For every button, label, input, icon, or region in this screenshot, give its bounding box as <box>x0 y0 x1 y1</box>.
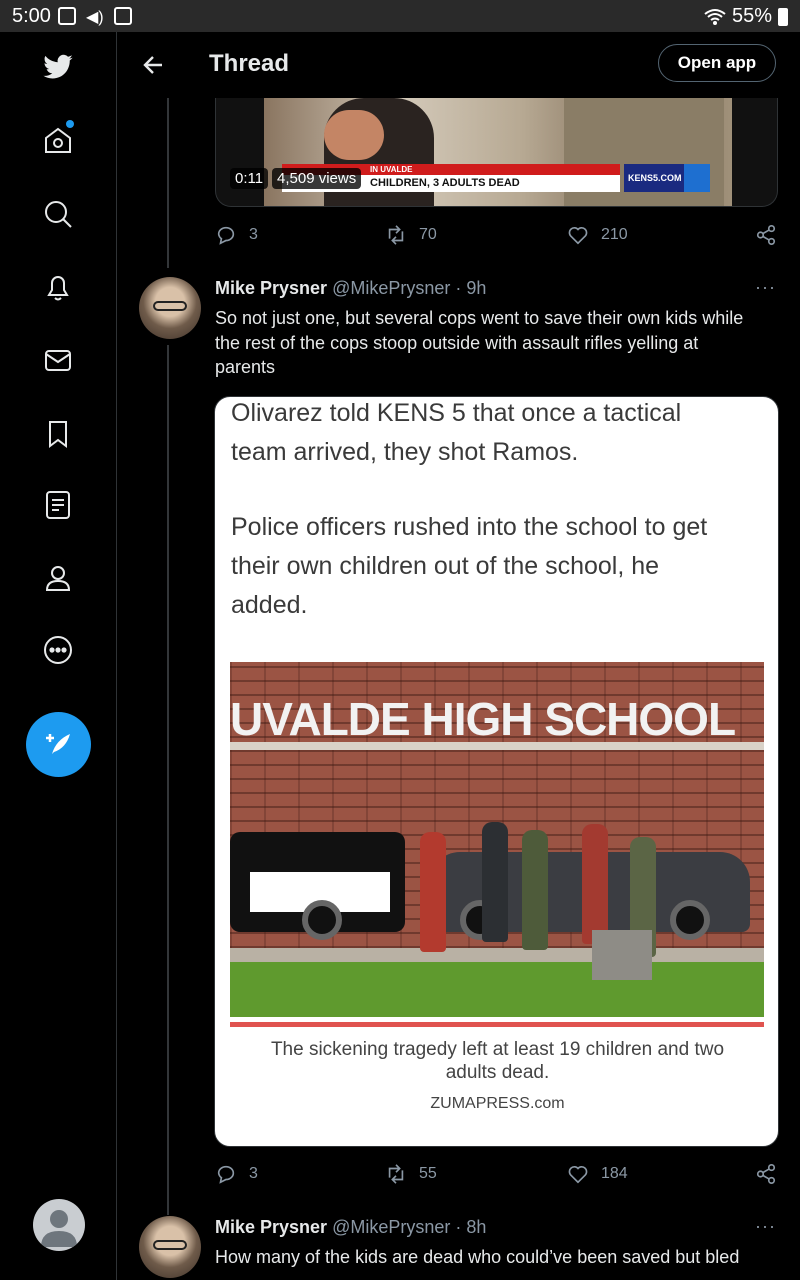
image-text-line: team arrived, they shot Ramos. <box>231 438 579 466</box>
like-button[interactable]: 184 <box>567 1163 628 1185</box>
video-views: 4,509 views <box>272 168 362 189</box>
twitter-logo-icon[interactable] <box>38 47 78 87</box>
reply-count: 3 <box>249 226 258 243</box>
check-notification-icon <box>113 7 132 25</box>
battery-icon <box>778 7 788 26</box>
lists-icon[interactable] <box>38 485 78 525</box>
heart-icon <box>568 227 588 245</box>
tweet-image[interactable]: Olivarez told KENS 5 that once a tactica… <box>214 396 779 1147</box>
open-app-button[interactable]: Open app <box>658 44 776 82</box>
tweet-text-line: So not just one, but several cops went t… <box>215 308 744 328</box>
caption-line: The sickening tragedy left at least 19 c… <box>270 1039 725 1060</box>
image-caption: The sickening tragedy left at least 19 c… <box>235 1038 760 1084</box>
image-credit: ZUMAPRESS.com <box>430 1095 565 1112</box>
share-button[interactable] <box>755 1163 777 1185</box>
tweet-actions: 3 70 210 <box>215 224 780 250</box>
left-nav <box>0 32 117 1280</box>
image-text-line: Olivarez told KENS 5 that once a tactica… <box>231 399 682 427</box>
reply-icon <box>217 1165 235 1184</box>
home-icon[interactable] <box>38 120 78 160</box>
ticker-bottom-text: CHILDREN, 3 ADULTS DEAD <box>370 177 520 189</box>
video-frame: IN UVALDE CHILDREN, 3 ADULTS DEAD KENS5.… <box>264 98 732 206</box>
tweet-text: So not just one, but several cops went t… <box>215 306 780 380</box>
tweet-text: How many of the kids are dead who could’… <box>215 1245 780 1270</box>
retweet-icon <box>388 1164 404 1184</box>
more-icon[interactable] <box>38 630 78 670</box>
author-handle[interactable]: @MikePrysner <box>332 1217 450 1238</box>
image-paragraph: Police officers rushed into the school t… <box>231 508 761 625</box>
retweet-icon <box>388 225 404 245</box>
battery-percent: 55% <box>731 5 772 27</box>
reply-count: 3 <box>249 1165 258 1182</box>
thread-header: Thread Open app <box>118 32 800 98</box>
tweet-time[interactable]: · 9h <box>455 278 486 299</box>
tweet-text-line: How many of the kids are dead who could’… <box>215 1247 740 1267</box>
like-count: 210 <box>601 226 628 243</box>
tweet-time[interactable]: · 8h <box>455 1217 486 1238</box>
image-text-line: their own children out of the school, he <box>231 552 660 580</box>
divider <box>230 1022 764 1027</box>
search-icon[interactable] <box>38 194 78 234</box>
thread-connector <box>167 98 169 268</box>
logo-text: KENS5.COM <box>628 173 682 183</box>
retweet-count: 55 <box>419 1165 437 1182</box>
kens5-logo: KENS5.COM <box>624 164 710 192</box>
page-title: Thread <box>209 50 290 77</box>
school-sign: UVALDE HIGH SCHOOL <box>230 693 736 745</box>
status-time: 5:00 <box>12 5 51 27</box>
tweet-more-button[interactable]: ··· <box>755 277 776 298</box>
tweet-actions: 3 55 184 <box>215 1163 780 1189</box>
notification-dot <box>66 120 74 128</box>
status-bar: 5:00 ◀) 55% <box>0 0 800 32</box>
account-avatar[interactable] <box>33 1199 85 1251</box>
arrow-left-icon <box>143 56 162 74</box>
video-duration: 0:11 <box>230 168 269 189</box>
retweet-button[interactable]: 55 <box>385 1163 437 1185</box>
gallery-notification-icon <box>58 7 76 25</box>
caption-line: adults dead. <box>445 1062 550 1083</box>
author-handle[interactable]: @MikePrysner <box>332 278 450 299</box>
video-player[interactable]: IN UVALDE CHILDREN, 3 ADULTS DEAD KENS5.… <box>215 98 778 207</box>
author-name[interactable]: Mike Prysner <box>215 278 327 299</box>
share-icon <box>756 225 776 245</box>
profile-icon[interactable] <box>38 558 78 598</box>
bell-icon[interactable] <box>38 267 78 307</box>
author-avatar[interactable] <box>139 277 201 339</box>
image-text-line: Police officers rushed into the school t… <box>231 513 708 541</box>
tweet-header: Mike Prysner @MikePrysner · 8h <box>215 1217 486 1238</box>
reply-button[interactable]: 3 <box>215 224 258 246</box>
wifi-icon <box>704 8 726 25</box>
thread-connector <box>167 345 169 1215</box>
tweet-header: Mike Prysner @MikePrysner · 9h <box>215 278 486 299</box>
retweet-count: 70 <box>419 226 437 243</box>
heart-icon <box>568 1166 588 1184</box>
reply-button[interactable]: 3 <box>215 1163 258 1185</box>
feather-plus-icon <box>45 733 70 754</box>
share-icon <box>756 1164 776 1184</box>
officer-figure <box>522 830 548 950</box>
volume-icon: ◀) <box>86 9 104 26</box>
like-count: 184 <box>601 1165 628 1182</box>
reply-icon <box>217 226 235 245</box>
author-name[interactable]: Mike Prysner <box>215 1217 327 1238</box>
retweet-button[interactable]: 70 <box>385 224 437 246</box>
author-avatar[interactable] <box>139 1216 201 1278</box>
officer-figure <box>420 832 446 952</box>
back-button[interactable] <box>138 50 168 80</box>
image-paragraph: Olivarez told KENS 5 that once a tactica… <box>231 397 761 472</box>
bookmark-icon[interactable] <box>38 414 78 454</box>
compose-tweet-button[interactable] <box>26 712 91 777</box>
share-button[interactable] <box>755 224 777 246</box>
officer-figure <box>482 822 508 942</box>
image-text-line: added. <box>231 591 308 619</box>
tweet-text-line: the rest of the cops stoop outside with … <box>215 332 699 353</box>
school-photo: UVALDE HIGH SCHOOL <box>230 662 764 1017</box>
tweet-text-line: parents <box>215 357 276 377</box>
mail-icon[interactable] <box>38 340 78 380</box>
officer-figure <box>582 824 608 944</box>
like-button[interactable]: 210 <box>567 224 628 246</box>
tweet-more-button[interactable]: ··· <box>755 1216 776 1237</box>
